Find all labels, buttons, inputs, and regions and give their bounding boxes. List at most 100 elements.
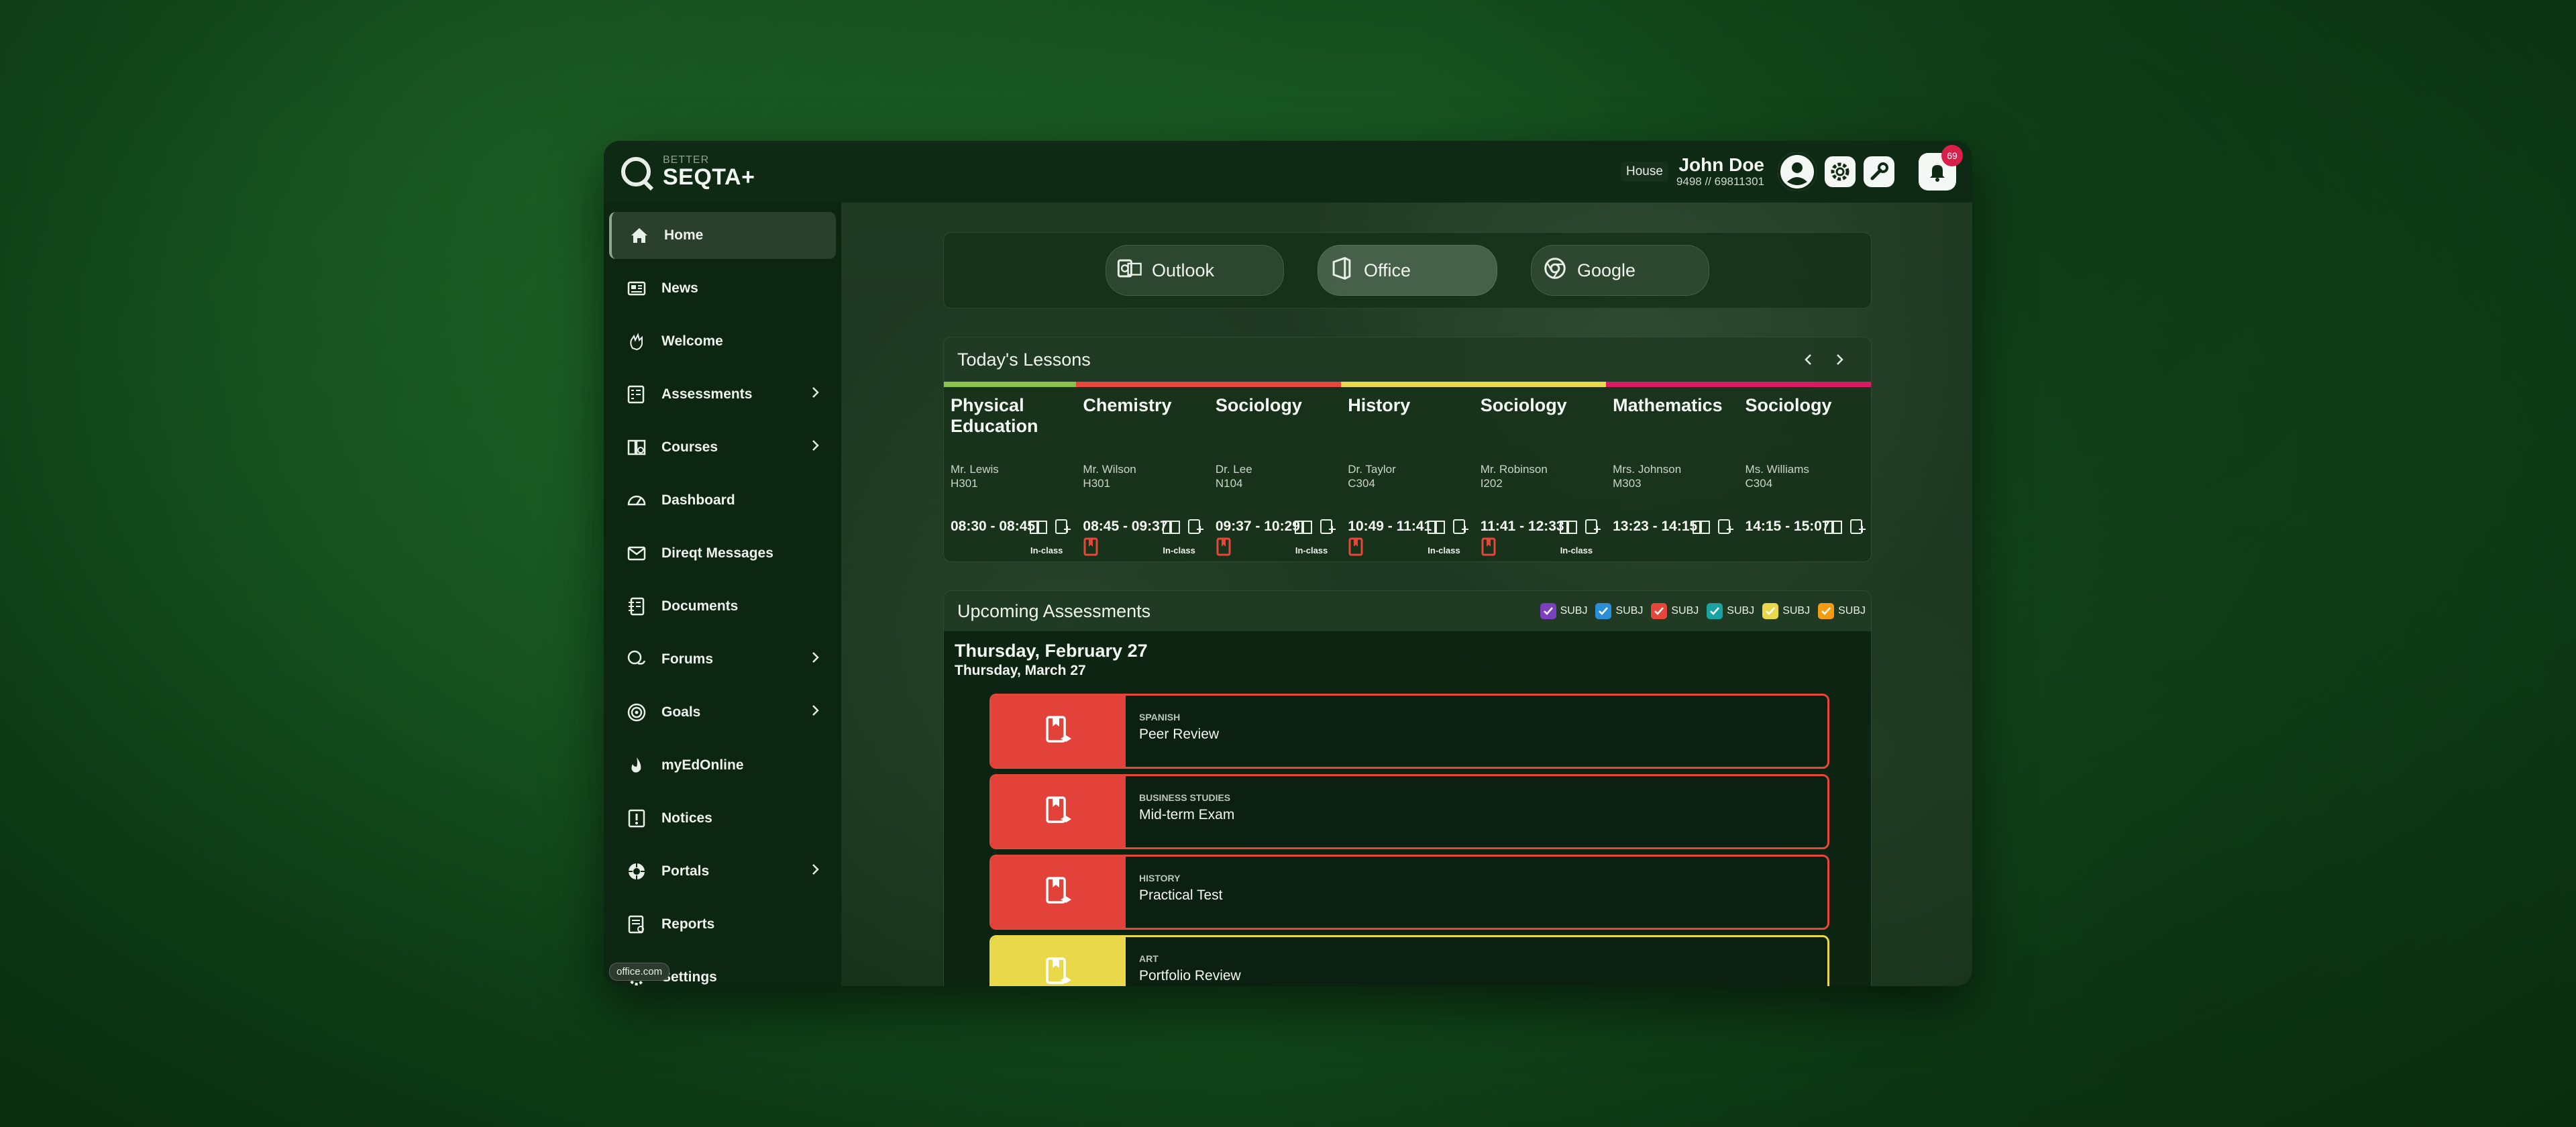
tools-button[interactable] xyxy=(1864,156,1894,187)
subject-filter[interactable]: SUBJ xyxy=(1651,603,1699,619)
sidebar-item-assessments[interactable]: Assessments xyxy=(609,371,836,418)
checkbox-icon[interactable] xyxy=(1595,603,1612,619)
lesson-card[interactable]: Sociology Ms. Williams C304 14:15 - 15:07 xyxy=(1739,387,1871,561)
assessment-item[interactable]: HISTORY Practical Test xyxy=(989,855,1829,930)
checkbox-icon[interactable] xyxy=(1707,603,1723,619)
inclass-label: In-class xyxy=(1428,545,1460,555)
checkbox-icon[interactable] xyxy=(1651,603,1668,619)
sidebar-item-welcome[interactable]: Welcome xyxy=(609,318,836,365)
book-icon[interactable] xyxy=(1029,519,1048,539)
subject-filter[interactable]: SUBJ xyxy=(1818,603,1866,619)
sidebar-item-home[interactable]: Home xyxy=(609,212,836,259)
book-icon[interactable] xyxy=(1559,519,1578,539)
checkbox-icon[interactable] xyxy=(1818,603,1835,619)
quick-links: Outlook Office Google xyxy=(943,232,1872,309)
sidebar-item-label: Direqt Messages xyxy=(661,545,773,561)
assessment-icon xyxy=(991,857,1126,928)
lesson-card[interactable]: History Dr. Taylor C304 10:49 - 11:41 In-cla… xyxy=(1341,387,1473,561)
lesson-color-bar xyxy=(944,382,1871,387)
sidebar-item-goals[interactable]: Goals xyxy=(609,689,836,736)
lesson-color-segment xyxy=(1606,382,1739,387)
lesson-card[interactable]: Mathematics Mrs. Johnson M303 13:23 - 14:15 xyxy=(1606,387,1738,561)
subject-filter[interactable]: SUBJ xyxy=(1707,603,1754,619)
chevron-right-icon[interactable] xyxy=(1833,352,1845,367)
sidebar-item-notices[interactable]: Notices xyxy=(609,795,836,842)
lesson-subject: Physical Education xyxy=(951,395,1038,437)
assessment-item[interactable]: BUSINESS STUDIES Mid-term Exam xyxy=(989,774,1829,849)
sidebar-item-reports[interactable]: Reports xyxy=(609,901,836,948)
assessment-item[interactable]: ART Portfolio Review xyxy=(989,935,1829,986)
lesson-time: 10:49 - 11:41 xyxy=(1348,519,1432,534)
user-info[interactable]: John Doe 9498 // 69811301 xyxy=(1676,154,1764,188)
sidebar-item-label: Notices xyxy=(661,810,712,826)
assessment-add-icon[interactable] xyxy=(1583,519,1602,539)
sidebar-item-portals[interactable]: Portals xyxy=(609,848,836,895)
quicklink-office-button[interactable]: Office xyxy=(1318,245,1497,296)
google-icon xyxy=(1542,256,1568,286)
courses-icon xyxy=(625,436,648,459)
sidebar-item-forums[interactable]: Forums xyxy=(609,636,836,683)
checkbox-icon[interactable] xyxy=(1540,603,1556,619)
sidebar-item-dashboard[interactable]: Dashboard xyxy=(609,477,836,524)
book-icon[interactable] xyxy=(1692,519,1711,539)
assessment-add-icon[interactable] xyxy=(1186,519,1205,539)
lesson-teacher: Mrs. Johnson xyxy=(1613,463,1682,476)
portals-icon xyxy=(625,860,648,883)
sidebar-item-label: Portals xyxy=(661,863,710,879)
book-icon[interactable] xyxy=(1824,519,1843,539)
assessment-due-icon xyxy=(1083,537,1099,559)
sidebar-item-news[interactable]: News xyxy=(609,265,836,312)
quicklink-outlook-button[interactable]: Outlook xyxy=(1106,245,1284,296)
assessment-add-icon[interactable] xyxy=(1053,519,1072,539)
book-icon[interactable] xyxy=(1162,519,1181,539)
lesson-card[interactable]: Chemistry Mr. Wilson H301 08:45 - 09:37 In-c… xyxy=(1076,387,1208,561)
assessment-subject: SPANISH xyxy=(1139,712,1181,722)
lesson-teacher: Mr. Robinson xyxy=(1480,463,1548,476)
subject-filter[interactable]: SUBJ xyxy=(1540,603,1587,619)
chevron-left-icon[interactable] xyxy=(1803,352,1815,367)
lesson-subject: Sociology xyxy=(1745,395,1832,415)
book-icon[interactable] xyxy=(1427,519,1446,539)
sidebar-item-documents[interactable]: Documents xyxy=(609,583,836,630)
book-icon[interactable] xyxy=(1294,519,1313,539)
checkbox-icon[interactable] xyxy=(1762,603,1779,619)
gear-icon xyxy=(1831,162,1849,181)
quicklink-google-button[interactable]: Google xyxy=(1531,245,1709,296)
sidebar-item-courses[interactable]: Courses xyxy=(609,424,836,471)
subject-filter[interactable]: SUBJ xyxy=(1595,603,1643,619)
lesson-room: M303 xyxy=(1613,477,1642,490)
home-icon xyxy=(628,224,651,247)
assessment-add-icon[interactable] xyxy=(1716,519,1735,539)
settings-button[interactable] xyxy=(1825,156,1856,187)
assessment-add-icon[interactable] xyxy=(1848,519,1867,539)
welcome-hand-icon xyxy=(625,330,648,353)
assessment-text: ART Portfolio Review xyxy=(1126,937,1254,986)
avatar[interactable] xyxy=(1778,152,1817,191)
lesson-card[interactable]: Sociology Dr. Lee N104 09:37 - 10:29 In-clas… xyxy=(1209,387,1341,561)
subject-filter[interactable]: SUBJ xyxy=(1762,603,1810,619)
sidebar-item-myedonline[interactable]: myEdOnline xyxy=(609,742,836,789)
app-window: BETTER SEQTA+ House John Doe 9498 // 698… xyxy=(604,141,1972,986)
assessment-add-icon[interactable] xyxy=(1318,519,1337,539)
assessment-due-icon xyxy=(1481,537,1497,559)
lesson-time: 11:41 - 12:33 xyxy=(1480,519,1564,534)
lessons-title: Today's Lessons xyxy=(957,349,1091,370)
assessment-add-icon[interactable] xyxy=(1451,519,1470,539)
quicklink-label: Google xyxy=(1577,260,1636,280)
lesson-subject: Mathematics xyxy=(1613,395,1723,415)
lesson-card[interactable]: Sociology Mr. Robinson I202 11:41 - 12:33 In… xyxy=(1474,387,1606,561)
sidebar-item-label: Goals xyxy=(661,704,701,720)
logo[interactable]: BETTER SEQTA+ xyxy=(621,155,755,189)
sidebar-item-direqt-messages[interactable]: Direqt Messages xyxy=(609,530,836,577)
assessment-title: Mid-term Exam xyxy=(1139,807,1235,822)
subject-filter-label: SUBJ xyxy=(1838,605,1866,616)
assessment-title: Portfolio Review xyxy=(1139,968,1241,983)
notifications-button[interactable]: 69 xyxy=(1919,145,1963,191)
lesson-card[interactable]: Physical Education Mr. Lewis H301 08:30 - 0… xyxy=(944,387,1076,561)
assessment-text: SPANISH Peer Review xyxy=(1126,696,1232,767)
lesson-actions xyxy=(1029,519,1072,539)
documents-icon xyxy=(625,595,648,618)
notices-icon xyxy=(625,807,648,830)
subject-filter-label: SUBJ xyxy=(1782,605,1811,616)
assessment-item[interactable]: SPANISH Peer Review xyxy=(989,694,1829,769)
